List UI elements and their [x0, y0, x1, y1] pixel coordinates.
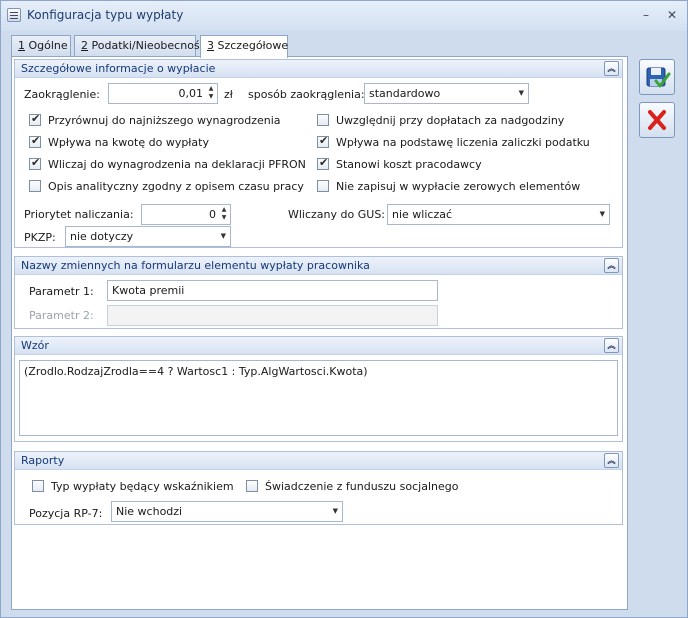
chevron-down-icon: ▼ [220, 232, 226, 240]
priority-label: Priorytet naliczania: [24, 208, 134, 221]
spinner-arrows-icon[interactable]: ▲ ▼ [219, 206, 229, 223]
checkbox-skip-zero-label: Nie zapisuj w wypłacie zerowych elementó… [336, 180, 581, 193]
checkbox-lowest-wage-label: Przyrównuj do najniższego wynagrodzenia [48, 114, 281, 127]
rounding-unit: zł [224, 88, 233, 101]
checkbox-employer-cost-label: Stanowi koszt pracodawcy [336, 158, 482, 171]
checkbox-overtime-label: Uwzględnij przy dopłatach za nadgodziny [336, 114, 565, 127]
checkbox-payout-amount[interactable] [29, 134, 41, 148]
spinner-arrows-icon[interactable]: ▲ ▼ [206, 85, 216, 102]
save-check-icon [646, 67, 671, 88]
variables-group: Nazwy zmiennych na formularzu elementu w… [14, 256, 623, 329]
variables-group-header: Nazwy zmiennych na formularzu elementu w… [15, 257, 622, 275]
tab-details[interactable]: 3 Szczegółowe [200, 35, 288, 58]
checkbox-payout-amount-label: Wpływa na kwotę do wypłaty [48, 136, 209, 149]
variables-group-title: Nazwy zmiennych na formularzu elementu w… [21, 259, 370, 272]
priority-input[interactable]: 0 ▲ ▼ [141, 204, 231, 225]
pkzp-select[interactable]: nie dotyczy ▼ [65, 226, 231, 247]
details-group-header: Szczegółowe informacje o wypłacie ︽ [15, 60, 622, 78]
chevron-down-icon: ▼ [599, 210, 605, 218]
double-chevron-up-icon[interactable]: ︽ [604, 338, 619, 353]
checkbox-tax-base[interactable] [317, 134, 329, 148]
formula-textarea[interactable]: (Zrodlo.RodzajZrodla==4 ? Wartosc1 : Typ… [19, 360, 618, 436]
rounding-method-select[interactable]: standardowo ▼ [364, 83, 529, 104]
checkbox-analytic-description-label: Opis analityczny zgodny z opisem czasu p… [48, 180, 304, 193]
minimize-button[interactable]: – [637, 6, 655, 24]
close-window-button[interactable]: ✕ [663, 6, 681, 24]
formula-group: Wzór ︽ (Zrodlo.RodzajZrodla==4 ? Wartosc… [14, 336, 623, 442]
param2-label: Parametr 2: [29, 309, 94, 322]
checkbox-overtime[interactable] [317, 114, 329, 126]
tab-general[interactable]: 1 Ogólne [11, 35, 71, 57]
rp7-label: Pozycja RP-7: [29, 507, 103, 520]
checkbox-indicator-label: Typ wypłaty będący wskaźnikiem [51, 480, 234, 493]
pkzp-label: PKZP: [24, 231, 56, 244]
red-x-icon [648, 110, 666, 130]
checkbox-social-fund[interactable] [246, 480, 258, 492]
chevron-down-icon: ▼ [518, 89, 524, 97]
checkbox-employer-cost[interactable] [317, 156, 329, 170]
checkbox-indicator[interactable] [32, 480, 44, 492]
details-group: Szczegółowe informacje o wypłacie ︽ Zaok… [14, 59, 623, 248]
title-bar[interactable]: Konfiguracja typu wypłaty – ✕ [1, 1, 687, 31]
rounding-method-label: sposób zaokrąglenia: [248, 88, 365, 101]
checkbox-tax-base-label: Wpływa na podstawę liczenia zaliczki pod… [336, 136, 590, 149]
reports-group: Raporty ︽ Typ wypłaty będący wskaźnikiem… [14, 451, 623, 525]
reports-group-title: Raporty [21, 454, 65, 467]
dialog-window: Konfiguracja typu wypłaty – ✕ 1 Ogólne 2… [0, 0, 688, 618]
cancel-button[interactable] [639, 102, 675, 138]
checkbox-skip-zero[interactable] [317, 180, 329, 192]
chevron-down-icon: ▼ [332, 507, 338, 515]
checkbox-lowest-wage[interactable] [29, 112, 41, 126]
rounding-input[interactable]: 0,01 ▲ ▼ [108, 83, 218, 104]
checkbox-social-fund-label: Świadczenie z funduszu socjalnego [265, 480, 459, 493]
tab-panel: Szczegółowe informacje o wypłacie ︽ Zaok… [11, 56, 628, 610]
details-group-title: Szczegółowe informacje o wypłacie [21, 62, 216, 75]
gus-label: Wliczany do GUS: [288, 208, 386, 221]
double-chevron-up-icon[interactable]: ︽ [604, 453, 619, 468]
tab-taxes-absences[interactable]: 2 Podatki/Nieobecności [74, 35, 209, 57]
gus-select[interactable]: nie wliczać ▼ [387, 204, 610, 225]
rounding-label: Zaokrąglenie: [24, 88, 100, 101]
save-button[interactable] [639, 59, 675, 95]
formula-group-title: Wzór [21, 339, 49, 352]
checkbox-pfron-label: Wliczaj do wynagrodzenia na deklaracji P… [48, 158, 306, 171]
checkbox-analytic-description[interactable] [29, 180, 41, 192]
double-chevron-up-icon[interactable]: ︽ [604, 61, 619, 76]
window-title: Konfiguracja typu wypłaty [27, 8, 184, 22]
param2-input[interactable] [107, 305, 438, 326]
double-chevron-up-icon[interactable]: ︽ [604, 258, 619, 273]
formula-group-header: Wzór ︽ [15, 337, 622, 355]
app-icon [7, 8, 21, 22]
reports-group-header: Raporty ︽ [15, 452, 622, 470]
checkbox-pfron[interactable] [29, 156, 41, 170]
rp7-select[interactable]: Nie wchodzi ▼ [111, 501, 343, 522]
param1-label: Parametr 1: [29, 285, 94, 298]
param1-input[interactable]: Kwota premii [107, 280, 438, 301]
